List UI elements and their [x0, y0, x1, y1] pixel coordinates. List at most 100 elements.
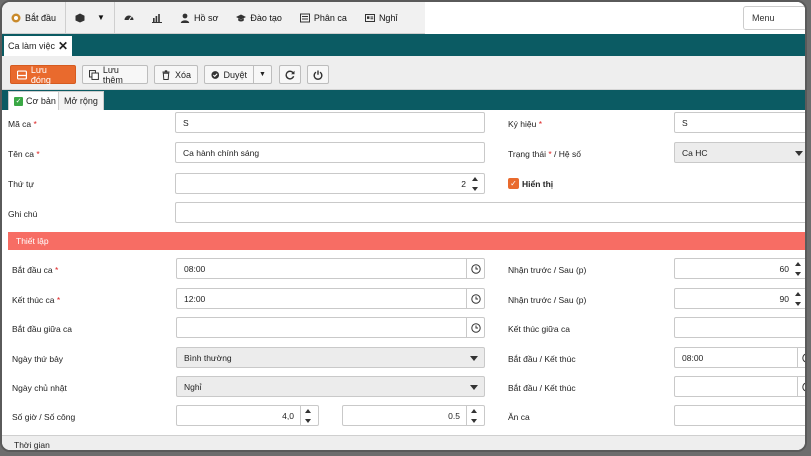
check-icon: ✓	[14, 96, 23, 106]
save-icon	[17, 69, 27, 80]
nav-cube[interactable]: ▼	[66, 2, 114, 33]
nhan-truoc-stepper-1[interactable]: 60	[674, 258, 805, 279]
spinner-icon[interactable]	[305, 409, 313, 423]
ma-ca-value: S	[183, 117, 189, 128]
refresh-button[interactable]	[279, 65, 301, 84]
thu-tu-value: 2	[461, 178, 466, 189]
nav-chart[interactable]	[143, 2, 171, 33]
time-section-header[interactable]: Thời gian	[2, 435, 805, 450]
bat-dau-ket-thuc-input-1[interactable]: 08:00	[674, 347, 805, 368]
bat-dau-giua-ca-input[interactable]	[176, 317, 485, 338]
ma-ca-label: Mã ca *	[8, 119, 37, 129]
section-header[interactable]: Thiết lập	[8, 232, 805, 250]
nav-dashboard[interactable]	[115, 2, 143, 33]
caret-down-icon	[795, 151, 803, 156]
nav-profile-label: Hồ sơ	[193, 12, 219, 23]
trang-thai-label-text: Trạng thái	[508, 149, 546, 159]
dashboard-icon	[124, 15, 134, 20]
ket-thuc-giua-ca-input[interactable]	[674, 317, 805, 338]
clock-icon[interactable]	[797, 377, 805, 396]
window-tab-bar: Ca làm việc ✕	[2, 34, 805, 56]
nhan-truoc-stepper-2[interactable]: 90	[674, 288, 805, 309]
ten-ca-label: Tên ca *	[8, 149, 40, 159]
ket-thuc-ca-label: Kết thúc ca *	[12, 295, 60, 305]
so-cong-stepper[interactable]: 0.5	[342, 405, 485, 426]
top-nav-right: Menu	[425, 2, 805, 34]
nhan-truoc-value-2: 90	[779, 293, 789, 304]
nav-training-label: Đào tạo	[250, 12, 282, 23]
ghi-chu-input[interactable]	[175, 202, 805, 223]
spinner-icon[interactable]	[795, 262, 803, 276]
refresh-icon	[285, 70, 295, 80]
required-mark: *	[33, 119, 37, 129]
nav-leave-label: Nghỉ	[378, 12, 398, 23]
tab-basic[interactable]: ✓ Cơ bản	[8, 91, 62, 110]
toolbar: Lưu đóng Lưu thêm Xóa Duyệt ▼	[2, 56, 805, 90]
nav-shift[interactable]: Phân ca	[291, 2, 356, 33]
ngay-chu-nhat-value: Nghỉ	[184, 381, 202, 392]
ngay-thu-bay-label: Ngày thứ bảy	[12, 354, 64, 364]
copy-icon	[89, 69, 99, 80]
save-new-button[interactable]: Lưu thêm	[82, 65, 148, 85]
so-gio-stepper[interactable]: 4,0	[176, 405, 319, 426]
spinner-icon[interactable]	[795, 292, 803, 306]
clock-icon[interactable]	[466, 259, 484, 278]
nav-home[interactable]: Bắt đầu	[2, 2, 65, 33]
bat-dau-ca-label: Bắt đầu ca *	[12, 265, 58, 275]
top-nav: Bắt đầu ▼ Hồ sơ Đào tạo Phân ca Nghỉ	[2, 2, 425, 34]
close-icon[interactable]: ✕	[58, 39, 68, 53]
nhan-truoc-value-1: 60	[779, 263, 789, 274]
approve-dropdown-button[interactable]: ▼	[253, 65, 272, 84]
save-close-button[interactable]: Lưu đóng	[10, 65, 76, 85]
cube-icon	[75, 13, 85, 22]
form-tab-strip: ✓ Cơ bản Mở rộng	[2, 90, 805, 110]
nav-training[interactable]: Đào tạo	[227, 2, 291, 33]
nav-profile[interactable]: Hồ sơ	[171, 2, 227, 33]
id-card-icon	[364, 13, 375, 22]
so-gio-label: Số giờ / Số công	[12, 412, 76, 422]
ma-ca-label-text: Mã ca	[8, 119, 32, 129]
spinner-icon[interactable]	[471, 409, 479, 423]
ky-hieu-value: S	[682, 117, 688, 128]
clock-icon[interactable]	[466, 289, 484, 308]
ket-thuc-ca-input[interactable]: 12:00	[176, 288, 485, 309]
ngay-chu-nhat-select[interactable]: Nghỉ	[176, 376, 485, 397]
ghi-chu-label: Ghi chú	[8, 209, 38, 219]
tab-extended[interactable]: Mở rộng	[58, 91, 104, 110]
bat-dau-ket-thuc-label-2: Bắt đầu / Kết thúc	[508, 383, 576, 393]
check-circle-icon	[211, 70, 220, 79]
an-ca-input[interactable]	[674, 405, 805, 426]
tab-ca-lam-viec[interactable]: Ca làm việc ✕	[4, 36, 72, 56]
an-ca-label: Ăn ca	[508, 412, 530, 422]
approve-button[interactable]: Duyệt	[204, 65, 254, 84]
nav-shift-label: Phân ca	[313, 12, 347, 23]
delete-label: Xóa	[174, 69, 191, 80]
ky-hieu-input[interactable]: S	[674, 112, 805, 133]
bat-dau-ca-input[interactable]: 08:00	[176, 258, 485, 279]
list-icon	[299, 13, 310, 22]
trang-thai-select[interactable]: Ca HC	[674, 142, 805, 163]
bat-dau-ca-value: 08:00	[184, 263, 206, 274]
required-mark: *	[36, 149, 40, 159]
ten-ca-input[interactable]: Ca hành chính sáng	[175, 142, 485, 163]
spinner-icon[interactable]	[472, 177, 480, 191]
clock-icon[interactable]	[466, 318, 484, 337]
nav-leave[interactable]: Nghỉ	[356, 2, 407, 33]
nhan-truoc-label-1: Nhận trước / Sau (p)	[508, 265, 587, 275]
bar-chart-icon	[151, 13, 162, 23]
clock-icon[interactable]	[797, 348, 805, 367]
graduation-cap-icon	[236, 14, 247, 21]
ky-hieu-label-text: Ký hiệu	[508, 119, 537, 129]
thu-tu-stepper[interactable]: 2	[175, 173, 485, 194]
ten-ca-value: Ca hành chính sáng	[183, 147, 260, 158]
ma-ca-input[interactable]: S	[175, 112, 485, 133]
caret-down-icon	[470, 385, 478, 390]
hien-thi-checkbox[interactable]: ✓	[508, 178, 519, 189]
bat-dau-giua-ca-label: Bắt đầu giữa ca	[12, 324, 73, 334]
trang-thai-value: Ca HC	[682, 147, 708, 158]
delete-button[interactable]: Xóa	[154, 65, 198, 84]
bat-dau-ket-thuc-input-2[interactable]	[674, 376, 805, 397]
menu-search-input[interactable]: Menu	[743, 6, 805, 30]
ngay-thu-bay-select[interactable]: Bình thường	[176, 347, 485, 368]
power-button[interactable]	[307, 65, 329, 84]
